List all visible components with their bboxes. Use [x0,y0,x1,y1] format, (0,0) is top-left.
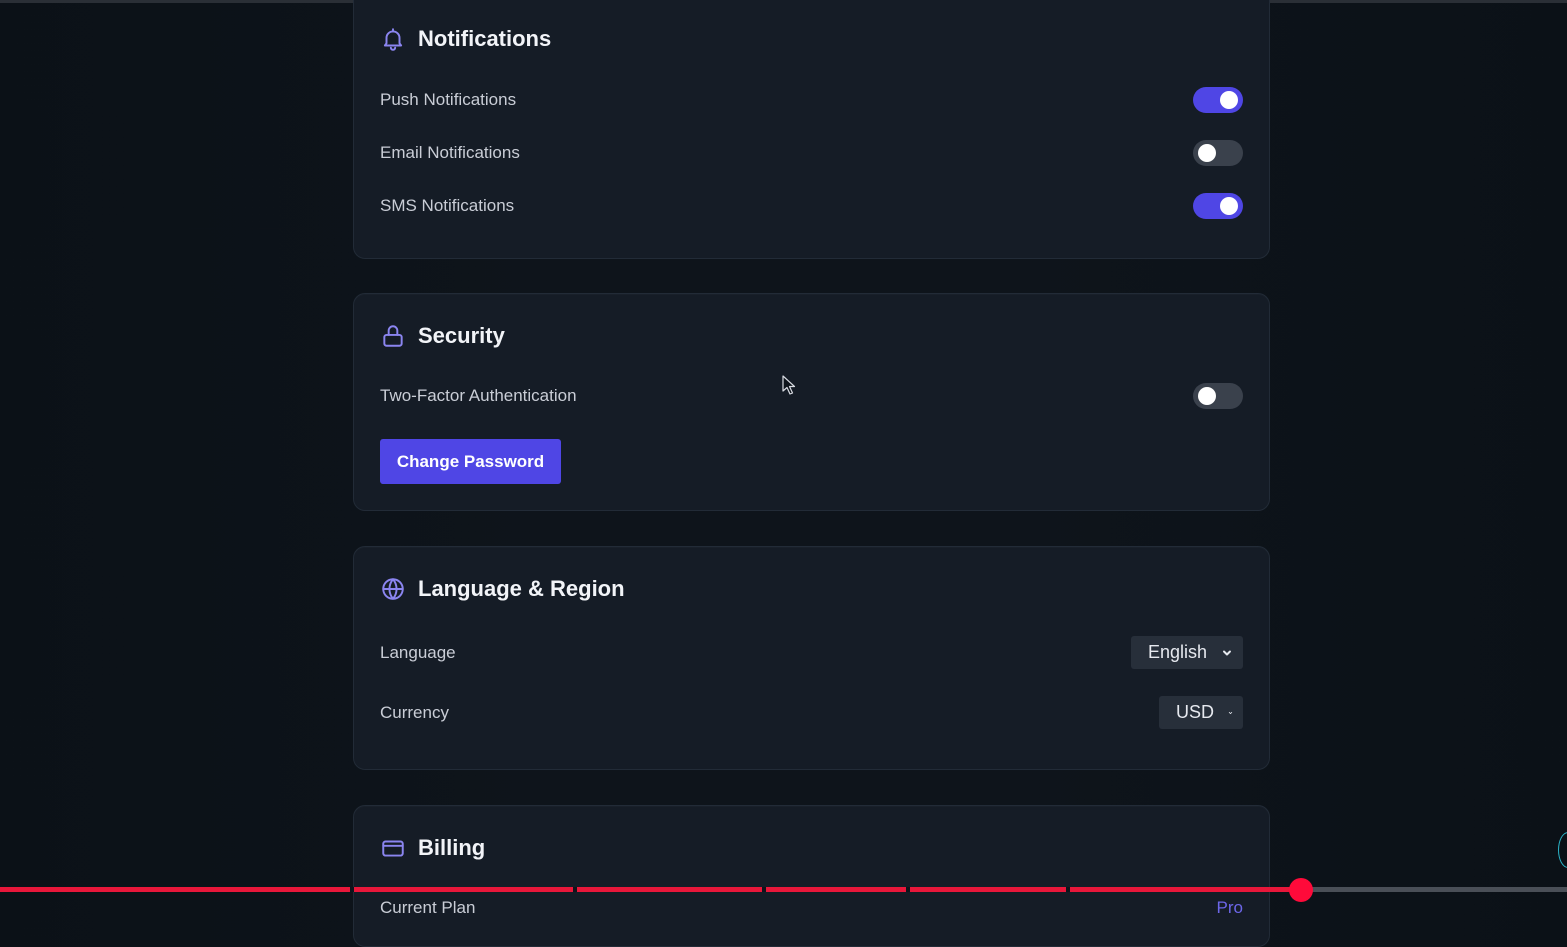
toggle-knob [1220,91,1238,109]
two-factor-row: Two-Factor Authentication [380,383,1243,409]
current-plan-row: Current Plan Pro [380,898,1243,918]
billing-header: Billing [380,835,485,861]
security-title: Security [418,323,505,348]
currency-select-value: USD [1176,702,1215,722]
currency-row: Currency USD [380,696,1243,729]
two-factor-label: Two-Factor Authentication [380,386,577,405]
chapter-divider [906,887,910,892]
lock-icon [383,325,403,347]
language-row: Language English [380,636,1243,669]
notifications-header: Notifications [380,26,551,52]
toggle-knob [1198,144,1216,162]
chapter-divider [762,887,766,892]
email-notifications-label: Email Notifications [380,143,520,162]
chevron-down-icon [1228,711,1233,714]
billing-title: Billing [418,835,486,860]
billing-card: Billing Current Plan Pro [353,805,1270,947]
language-region-card: Language & Region Language English Curre… [353,546,1270,770]
chevron-down-icon [1223,650,1232,655]
push-notifications-row: Push Notifications [380,87,1243,113]
sms-notifications-toggle[interactable] [1193,193,1243,219]
push-notifications-toggle[interactable] [1193,87,1243,113]
current-plan-label: Current Plan [380,898,476,917]
chapter-divider [350,887,354,892]
two-factor-toggle[interactable] [1193,383,1243,409]
chapter-divider [573,887,577,892]
email-notifications-toggle[interactable] [1193,140,1243,166]
side-overlay-button[interactable] [1558,832,1567,868]
toggle-knob [1198,387,1216,405]
notifications-title: Notifications [418,26,552,51]
email-notifications-row: Email Notifications [380,140,1243,166]
toggle-knob [1220,197,1238,215]
change-password-button[interactable]: Change Password [380,439,561,484]
language-select[interactable]: English [1131,636,1243,669]
bell-icon [383,28,403,51]
sms-notifications-label: SMS Notifications [380,196,515,215]
language-region-header: Language & Region [380,576,625,602]
language-region-title: Language & Region [418,576,625,601]
video-scrubber-handle[interactable] [1288,878,1313,902]
currency-select[interactable]: USD [1159,696,1243,729]
video-progress-played [0,887,1301,892]
credit-card-icon [382,840,404,857]
push-notifications-label: Push Notifications [380,90,517,109]
security-header: Security [380,323,505,349]
mouse-cursor-icon [782,375,796,395]
video-progress-bar[interactable] [0,887,1567,892]
language-select-value: English [1148,642,1208,662]
notifications-card: Notifications Push Notifications Email N… [353,0,1270,259]
currency-label: Currency [380,702,449,722]
language-label: Language [380,642,456,662]
chapter-divider [1066,887,1070,892]
security-card: Security Two-Factor Authentication Chang… [353,293,1270,511]
current-plan-value: Pro [1216,898,1243,917]
sms-notifications-row: SMS Notifications [380,193,1243,219]
globe-icon [382,578,404,600]
